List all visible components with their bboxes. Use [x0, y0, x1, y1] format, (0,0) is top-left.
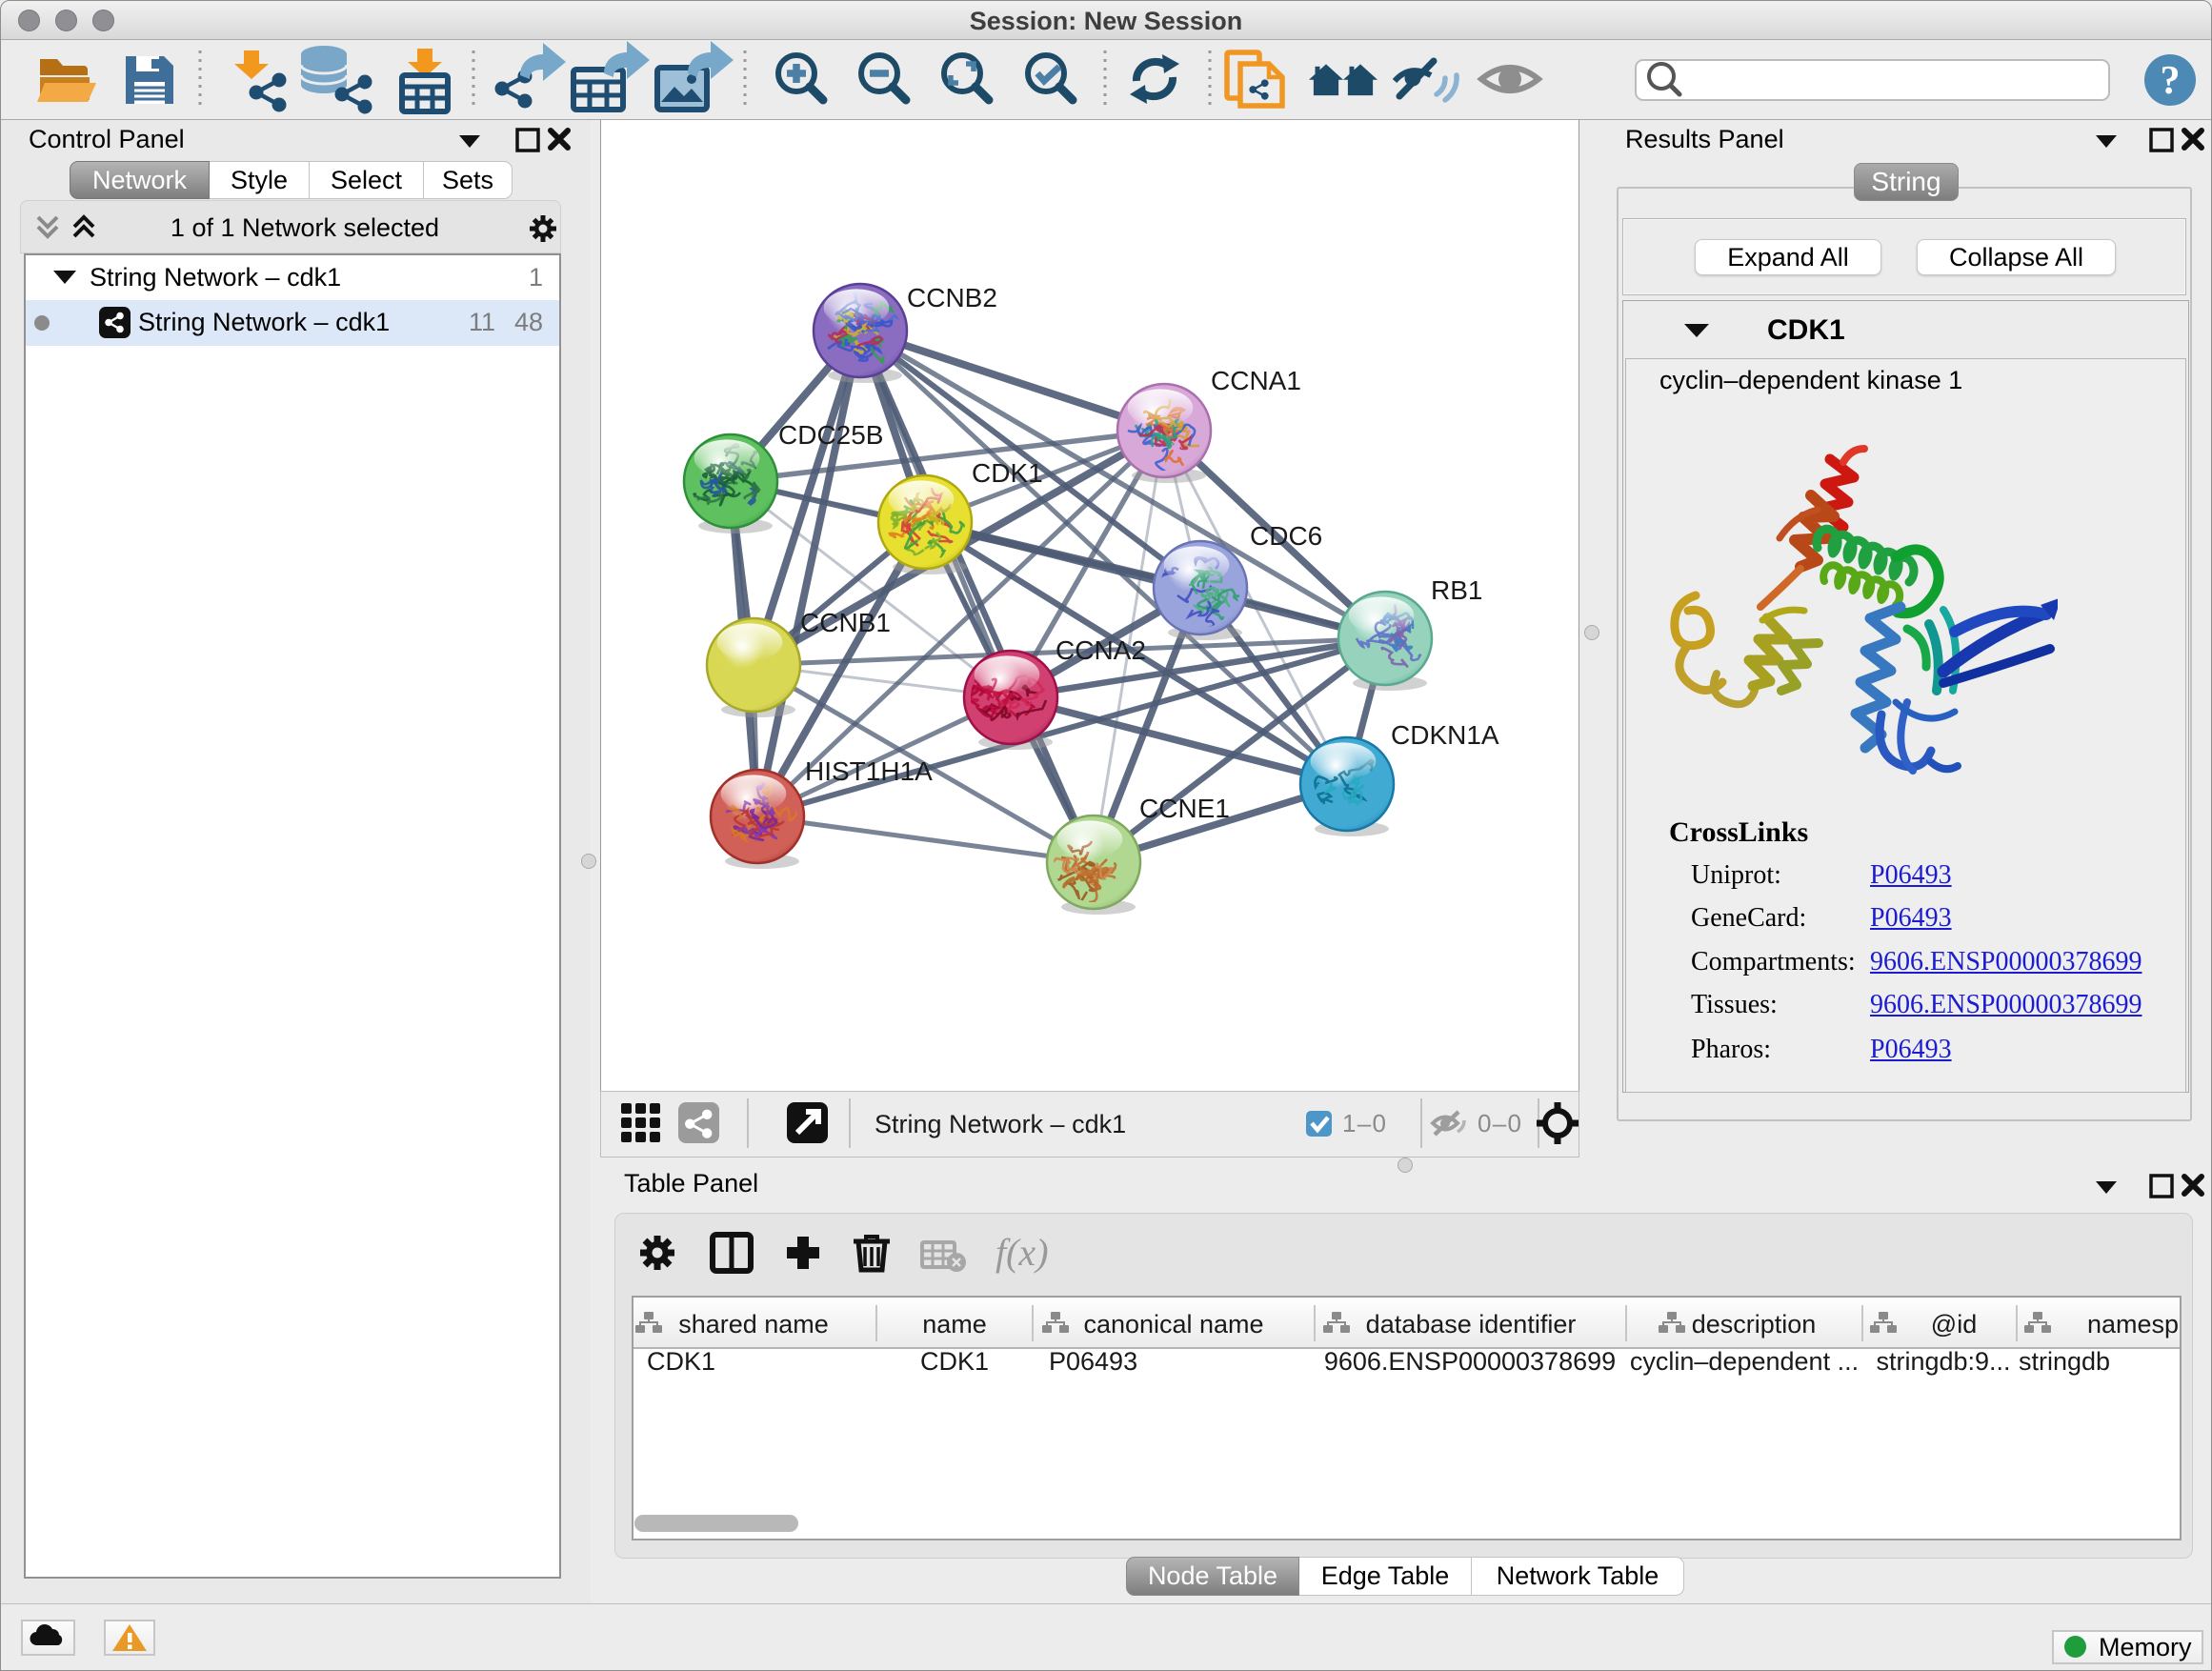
svg-text:CDK1: CDK1	[647, 1347, 715, 1376]
svg-text:f(x): f(x)	[995, 1231, 1049, 1274]
svg-text:?: ?	[2161, 59, 2181, 103]
svg-text:canonical name: canonical name	[1083, 1310, 1263, 1339]
svg-text:database identifier: database identifier	[1366, 1310, 1577, 1339]
svg-text:9606.ENSP00000378699: 9606.ENSP00000378699	[1324, 1347, 1616, 1376]
svg-text:CDK1: CDK1	[920, 1347, 989, 1376]
svg-text:@id: @id	[1931, 1310, 1977, 1339]
svg-text:stringdb: stringdb	[2019, 1347, 2110, 1376]
svg-text:String Network – cdk1: String Network – cdk1	[875, 1110, 1126, 1138]
svg-text:CDC25B: CDC25B	[778, 420, 883, 450]
svg-text:CCNA2: CCNA2	[1056, 635, 1146, 665]
svg-text:CCNA1: CCNA1	[1211, 366, 1301, 395]
svg-text:CDKN1A: CDKN1A	[1391, 720, 1499, 750]
svg-text:name: name	[922, 1310, 987, 1339]
svg-text:RB1: RB1	[1431, 575, 1482, 605]
svg-text:stringdb:9...: stringdb:9...	[1876, 1347, 2010, 1376]
svg-text:CCNE1: CCNE1	[1139, 794, 1230, 823]
svg-text:CDK1: CDK1	[972, 458, 1043, 488]
svg-text:CCNB1: CCNB1	[800, 608, 891, 637]
svg-text:namespac: namespac	[2087, 1310, 2180, 1339]
svg-text:CDC6: CDC6	[1250, 521, 1322, 551]
svg-text:HIST1H1A: HIST1H1A	[805, 756, 933, 786]
svg-text:cyclin–dependent ...: cyclin–dependent ...	[1630, 1347, 1859, 1376]
svg-text:CCNB2: CCNB2	[907, 283, 997, 312]
svg-text:P06493: P06493	[1049, 1347, 1137, 1376]
svg-text:0 – 0: 0 – 0	[1478, 1109, 1521, 1137]
svg-text:description: description	[1692, 1310, 1817, 1339]
svg-text:1 – 0: 1 – 0	[1342, 1109, 1386, 1137]
svg-text:shared name: shared name	[678, 1310, 829, 1339]
